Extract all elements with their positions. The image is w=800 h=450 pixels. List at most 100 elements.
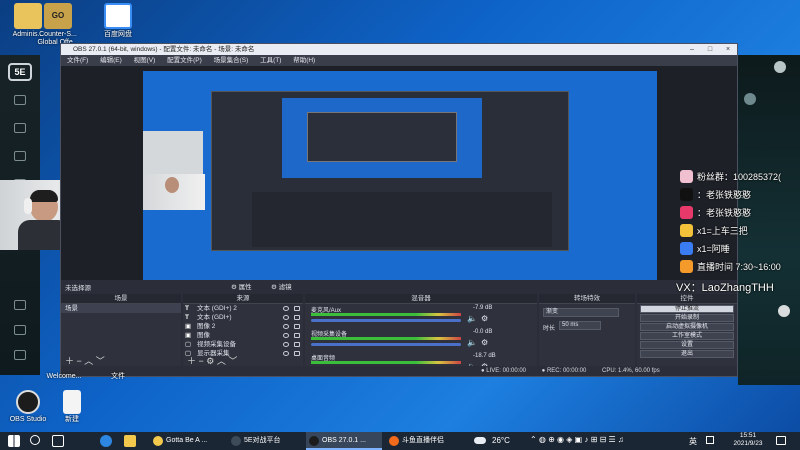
folder-icon[interactable] <box>124 435 136 447</box>
sidebar-icon[interactable] <box>14 300 26 310</box>
control-button[interactable]: 开始录制 <box>640 314 734 322</box>
source-type-icon: ▢ <box>185 341 192 348</box>
sidebar-icon[interactable] <box>14 151 26 161</box>
speaker-icon[interactable]: 🔈 <box>467 314 477 323</box>
lock-icon[interactable] <box>294 315 300 320</box>
source-item[interactable]: ▣ 图像 <box>183 331 303 340</box>
menu-profile[interactable]: 配置文件(P) <box>167 57 202 64</box>
task-view-icon[interactable] <box>52 435 64 447</box>
eye-icon[interactable] <box>283 324 289 329</box>
eye-icon[interactable] <box>283 333 289 338</box>
taskbar-app[interactable]: OBS 27.0.1 ... <box>306 432 382 450</box>
preview-canvas[interactable] <box>143 71 657 297</box>
transitions-dock: 转场特效 渐变 时长 50 ms <box>539 294 635 366</box>
menu-scene-collection[interactable]: 场景集合(S) <box>214 57 249 64</box>
windows-start-icon[interactable] <box>8 435 20 447</box>
source-item[interactable]: T 文本 (GDI+) <box>183 313 303 322</box>
level-meter <box>311 361 461 364</box>
sidebar-icon[interactable] <box>14 123 26 133</box>
avatar[interactable] <box>774 61 786 73</box>
weather-temp[interactable]: 26°C <box>492 436 510 445</box>
taskbar-app[interactable]: Gotta Be A ... <box>150 432 224 450</box>
sidebar-icon[interactable] <box>14 325 26 335</box>
obs-docks: 未选择源 ⚙ 属性 ⚙ 滤镜 场景 场景 ＋ − ︿ ﹀ 来源 T 文本 (GD… <box>61 280 737 371</box>
sources-dock: 来源 T 文本 (GDI+) 2 T 文本 (GDI+) ▣ 图像 2 ▣ 图像… <box>183 294 303 366</box>
obs-window[interactable]: OBS 27.0.1 (64-bit, windows) - 配置文件: 未命名… <box>60 43 738 377</box>
menu-file[interactable]: 文件(F) <box>67 57 88 64</box>
desktop-icon-label: 文件 <box>111 373 125 380</box>
search-icon[interactable] <box>30 435 40 445</box>
menu-edit[interactable]: 编辑(E) <box>100 57 122 64</box>
sidebar-icon[interactable] <box>14 350 26 360</box>
source-item[interactable]: ▢ 视频采集设备 <box>183 340 303 349</box>
app-label: OBS 27.0.1 ... <box>322 437 366 444</box>
control-button[interactable]: 退出 <box>640 350 734 358</box>
document-icon <box>63 390 81 414</box>
lock-icon[interactable] <box>294 333 300 338</box>
lock-icon[interactable] <box>294 324 300 329</box>
ime-icon[interactable] <box>706 436 714 444</box>
eye-icon[interactable] <box>283 315 289 320</box>
control-button[interactable]: 工作室模式 <box>640 332 734 340</box>
eye-icon[interactable] <box>283 351 289 356</box>
source-type-icon: T <box>185 314 189 321</box>
avatar[interactable] <box>778 305 790 317</box>
clock[interactable]: 15:51 2021/9/23 <box>726 432 770 448</box>
eye-icon[interactable] <box>283 342 289 347</box>
volume-slider[interactable] <box>311 343 461 346</box>
volume-slider[interactable] <box>311 319 461 322</box>
duration-input[interactable]: 50 ms <box>559 321 601 330</box>
transition-select[interactable]: 渐变 <box>543 308 619 317</box>
control-button[interactable]: 停止推流 <box>640 305 734 313</box>
app-icon <box>231 436 241 446</box>
notification-icon[interactable] <box>776 436 786 445</box>
edge-icon[interactable] <box>100 435 112 447</box>
maximize-button[interactable]: □ <box>701 44 719 55</box>
sources-list: T 文本 (GDI+) 2 T 文本 (GDI+) ▣ 图像 2 ▣ 图像 ▢ … <box>183 304 303 358</box>
eye-icon[interactable] <box>283 306 289 311</box>
speaker-icon[interactable]: 🔈 <box>467 338 477 347</box>
language-indicator[interactable]: 英 <box>689 436 697 447</box>
menu-view[interactable]: 视图(V) <box>134 57 156 64</box>
obs-status-bar: ● LIVE: 00:00:00 ● REC: 00:00:00 CPU: 1.… <box>61 366 737 376</box>
gear-icon[interactable]: ⚙ <box>481 338 488 347</box>
overlay-icon <box>680 224 693 237</box>
taskbar-app[interactable]: 5E对战平台 <box>228 432 302 450</box>
taskbar-app[interactable]: 斗鱼直播伴侣 <box>386 432 464 450</box>
controls-header: 控件 <box>637 294 737 304</box>
channel-db: -7.9 dB <box>473 305 493 311</box>
menu-help[interactable]: 帮助(H) <box>293 57 315 64</box>
close-button[interactable]: × <box>719 44 737 55</box>
lock-icon[interactable] <box>294 351 300 356</box>
channel-db: -18.7 dB <box>473 353 496 359</box>
desktop-icon-welcome[interactable]: Welcome... <box>36 373 92 381</box>
scene-label: 场景 <box>65 305 78 312</box>
desktop-icon-file[interactable]: 文件 <box>90 373 146 381</box>
obs-title-bar[interactable]: OBS 27.0.1 (64-bit, windows) - 配置文件: 未命名… <box>61 44 737 55</box>
sidebar-icon[interactable] <box>14 95 26 105</box>
control-button[interactable]: 启动虚拟摄像机 <box>640 323 734 331</box>
source-item[interactable]: T 文本 (GDI+) 2 <box>183 304 303 313</box>
source-item[interactable]: ▣ 图像 2 <box>183 322 303 331</box>
window-title: OBS 27.0.1 (64-bit, windows) - 配置文件: 未命名… <box>73 46 255 53</box>
scene-item[interactable]: 场景 <box>61 304 181 313</box>
minimize-button[interactable]: – <box>683 44 701 55</box>
5e-logo: 5E <box>8 63 32 81</box>
source-label: 文本 (GDI+) 2 <box>197 305 237 312</box>
lock-icon[interactable] <box>294 306 300 311</box>
tab-label: 属性 <box>238 284 252 291</box>
nested-inner <box>307 112 457 162</box>
desktop-icon-csgo[interactable]: GO Counter-S... Global Offe... <box>30 3 86 47</box>
tab-filters[interactable]: ⚙ 滤镜 <box>271 281 292 291</box>
nested-docks <box>252 192 552 247</box>
menu-tools[interactable]: 工具(T) <box>260 57 281 64</box>
tray-icons[interactable]: ⌃ ◍ ⊕ ◉ ◈ ▣ ♪ ⊞ ⊟ ☰ ♫ <box>530 435 624 444</box>
lock-icon[interactable] <box>294 342 300 347</box>
desktop-icon-baidu[interactable]: 百度网盘 <box>90 3 146 39</box>
desktop-icon-new[interactable]: 新建 <box>44 390 100 424</box>
gear-icon[interactable]: ⚙ <box>481 314 488 323</box>
control-button[interactable]: 设置 <box>640 341 734 349</box>
app-icon <box>389 436 399 446</box>
tab-properties[interactable]: ⚙ 属性 <box>231 281 252 291</box>
avatar[interactable] <box>744 93 756 105</box>
